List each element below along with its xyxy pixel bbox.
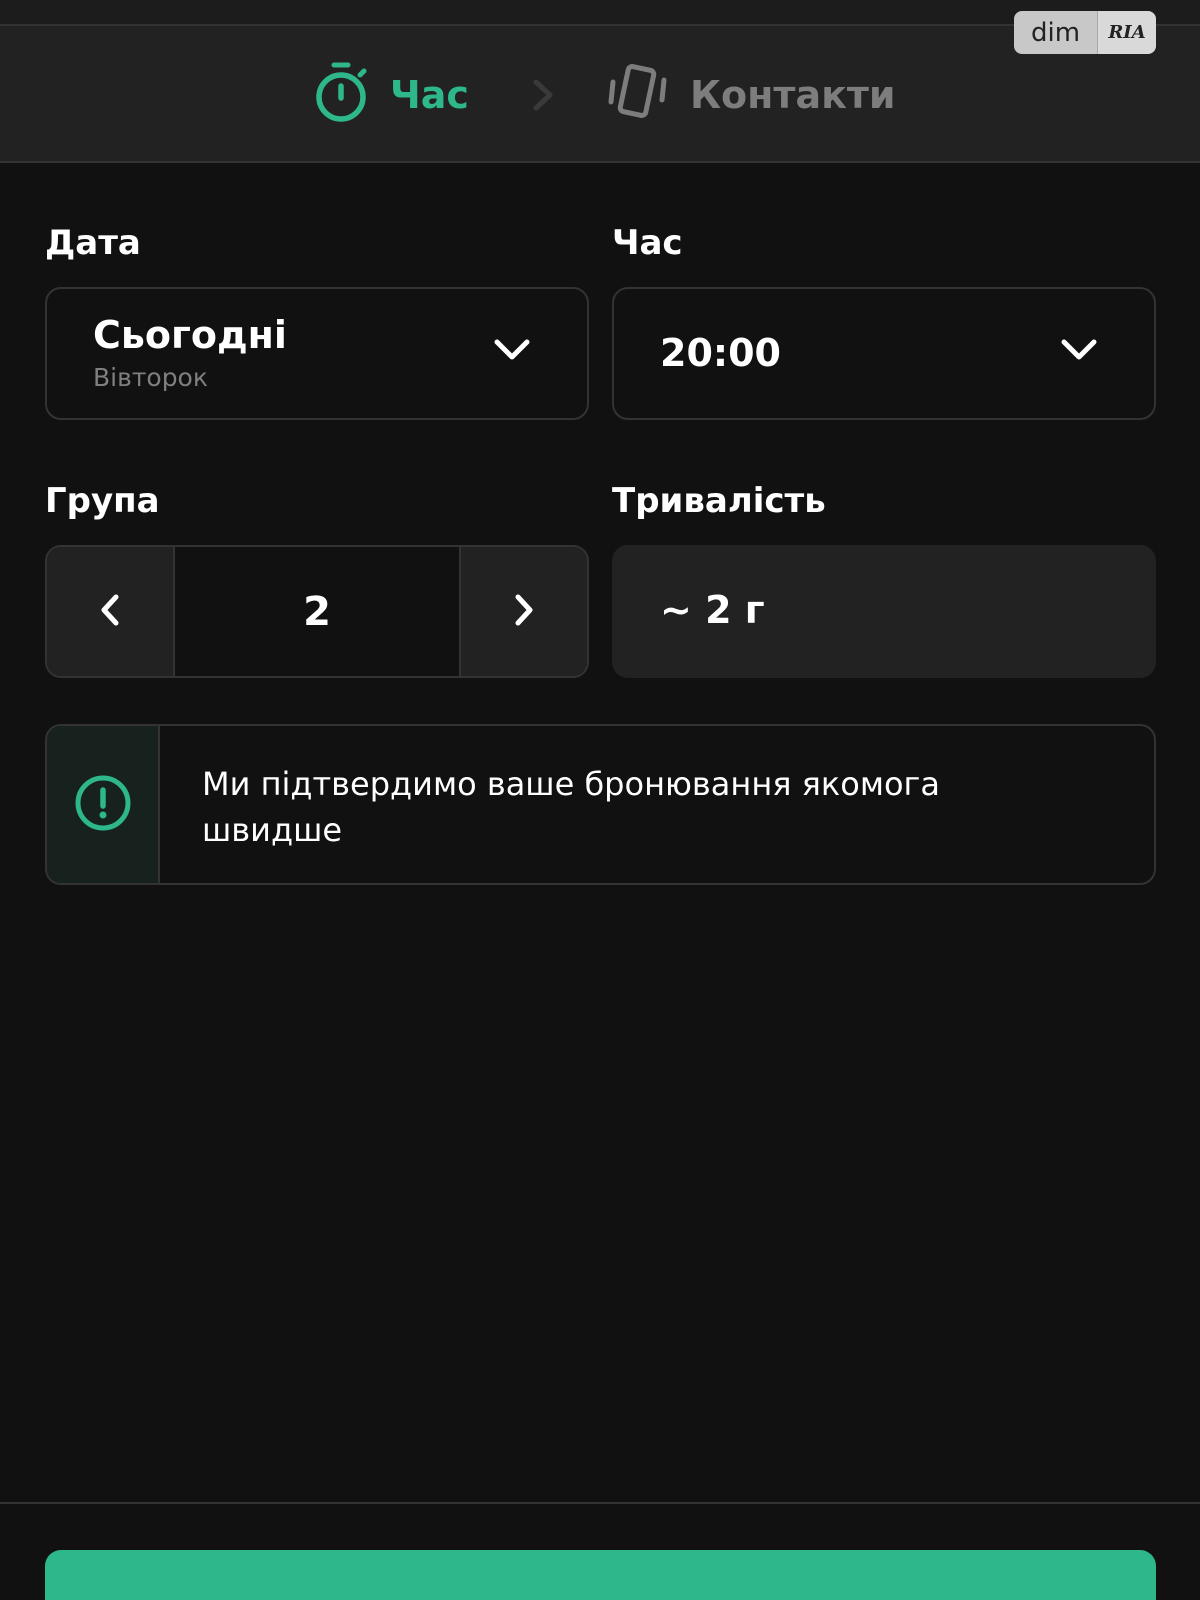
group-value[interactable]: 2 — [175, 547, 459, 676]
group-decrement-button[interactable] — [47, 547, 175, 676]
chevron-down-icon — [1060, 337, 1098, 367]
duration-display: ~ 2 г — [612, 545, 1156, 678]
time-value: 20:00 — [660, 331, 781, 375]
chevron-left-icon — [97, 591, 123, 633]
phone-vibrate-icon — [606, 62, 670, 128]
confirmation-notice: Ми підтвердимо ваше бронювання якомога ш… — [45, 724, 1156, 885]
notice-icon-panel — [47, 726, 160, 883]
notice-text: Ми підтвердимо ваше бронювання якомога ш… — [202, 765, 940, 849]
date-value: Сьогодні — [93, 313, 287, 357]
group-increment-button[interactable] — [459, 547, 587, 676]
step-contacts[interactable]: Контакти — [606, 26, 896, 163]
time-select[interactable]: 20:00 — [612, 287, 1156, 420]
date-select[interactable]: Сьогодні Вівторок — [45, 287, 589, 420]
duration-label: Тривалість — [612, 481, 826, 521]
continue-button[interactable] — [45, 1550, 1156, 1600]
duration-value: ~ 2 г — [660, 588, 765, 632]
chevron-right-icon — [528, 76, 558, 118]
date-label: Дата — [45, 223, 141, 263]
footer-divider — [0, 1502, 1200, 1504]
step-time-label: Час — [390, 72, 469, 117]
time-label: Час — [612, 223, 683, 263]
step-contacts-label: Контакти — [690, 72, 896, 117]
watermark-dim: dim — [1014, 11, 1097, 54]
group-label: Група — [45, 481, 160, 521]
step-time[interactable]: Час — [314, 26, 469, 163]
chevron-right-icon — [511, 591, 537, 633]
stopwatch-icon — [314, 62, 368, 128]
chevron-down-icon — [493, 337, 531, 367]
group-stepper: 2 — [45, 545, 589, 678]
date-weekday: Вівторок — [93, 363, 208, 392]
watermark-ria: RIA — [1097, 11, 1156, 54]
alert-circle-icon — [73, 773, 133, 837]
watermark-logo: dim RIA — [1014, 11, 1156, 54]
